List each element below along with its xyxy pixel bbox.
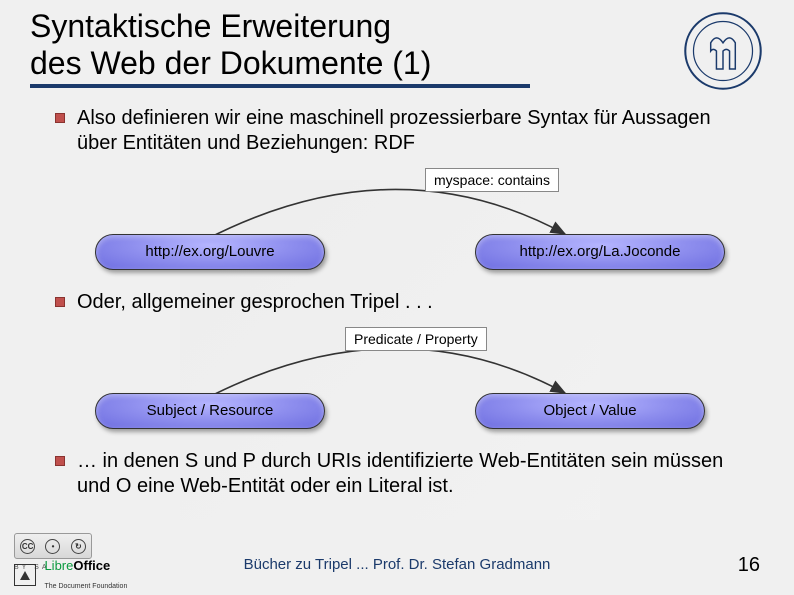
slide-container: Syntaktische Erweiterung des Web der Dok… — [0, 0, 794, 595]
object-node: http://ex.org/La.Joconde — [475, 234, 725, 270]
subject-node: http://ex.org/Louvre — [95, 234, 325, 270]
bullet-text: Also definieren wir eine maschinell proz… — [77, 106, 754, 156]
bullet-item: Also definieren wir eine maschinell proz… — [55, 106, 754, 156]
bullet-item: Oder, allgemeiner gesprochen Tripel . . … — [55, 290, 754, 315]
slide-title: Syntaktische Erweiterung des Web der Dok… — [30, 8, 764, 82]
predicate-label: Predicate / Property — [345, 327, 487, 351]
subject-node: Subject / Resource — [95, 393, 325, 429]
page-number: 16 — [738, 554, 760, 577]
bullet-text: Oder, allgemeiner gesprochen Tripel . . … — [77, 290, 433, 315]
humboldt-logo — [682, 10, 764, 92]
predicate-text: Predicate / Property — [354, 331, 478, 347]
bullet-item: … in denen S und P durch URIs identifizi… — [55, 449, 754, 499]
bullet-marker-icon — [55, 456, 65, 466]
object-node: Object / Value — [475, 393, 705, 429]
bullet-marker-icon — [55, 113, 65, 123]
content-area: Also definieren wir eine maschinell proz… — [0, 92, 794, 499]
footer: CC • ↻ BY SA LibreOffice The Document Fo… — [0, 535, 794, 591]
title-line-1: Syntaktische Erweiterung — [30, 8, 391, 44]
bullet-text: … in denen S und P durch URIs identifizi… — [77, 449, 754, 499]
bullet-marker-icon — [55, 297, 65, 307]
rdf-diagram-2: Predicate / Property Subject / Resource … — [55, 321, 754, 441]
rdf-diagram-1: myspace: contains http://ex.org/Louvre h… — [55, 162, 754, 282]
title-line-2: des Web der Dokumente (1) — [30, 45, 431, 81]
subject-text: http://ex.org/Louvre — [145, 243, 274, 260]
predicate-text: myspace: contains — [434, 172, 550, 188]
title-area: Syntaktische Erweiterung des Web der Dok… — [0, 0, 794, 92]
by-icon: • — [45, 539, 60, 554]
footer-center-text: Bücher zu Tripel ... Prof. Dr. Stefan Gr… — [0, 556, 794, 573]
subject-text: Subject / Resource — [147, 402, 274, 419]
predicate-label: myspace: contains — [425, 168, 559, 192]
title-underline — [30, 84, 530, 88]
sa-icon: ↻ — [71, 539, 86, 554]
object-text: Object / Value — [543, 402, 636, 419]
cc-icon: CC — [20, 539, 35, 554]
libre-subtitle: The Document Foundation — [44, 583, 127, 590]
object-text: http://ex.org/La.Joconde — [520, 243, 681, 260]
